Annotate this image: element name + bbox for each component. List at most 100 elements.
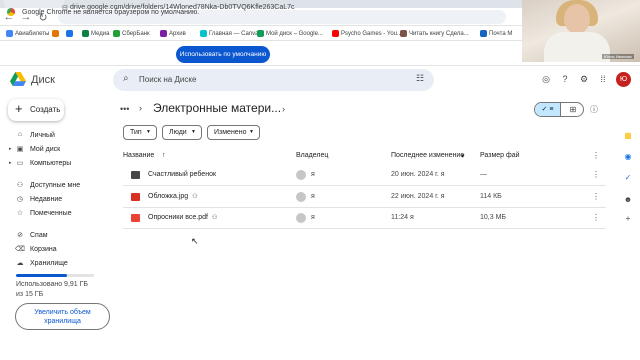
shared-icon: ⚇ [16, 182, 24, 189]
bookmark-item[interactable]: Архив [160, 30, 186, 37]
table-row[interactable]: Счастливый ребенок я 20 июн. 2024 г. я — ⋮ [123, 165, 606, 186]
sidebar-item-recent[interactable]: ◷ Недавние [0, 193, 110, 207]
gear-icon[interactable]: ⚙ [578, 74, 590, 85]
add-addon-icon[interactable]: + [623, 214, 633, 224]
filter-type[interactable]: Тип ▼ [123, 125, 157, 140]
list-view-icon[interactable]: ✓ ≡ [535, 103, 560, 116]
webcam-person-face [564, 4, 590, 34]
my-drive-icon: ▣ [16, 146, 24, 153]
bookmark-item[interactable]: Читать книгу Сдела... [400, 30, 469, 37]
bookmark-favicon-icon [66, 30, 73, 37]
bookmark-favicon-icon [200, 30, 207, 37]
keep-icon[interactable]: ◉ [623, 152, 633, 162]
more-actions-icon[interactable]: ⋮ [592, 213, 600, 222]
contacts-icon[interactable]: ☻ [623, 195, 633, 205]
breadcrumb-separator-icon: › [139, 103, 142, 113]
bookmark-item[interactable] [52, 30, 61, 37]
sidebar-item-computers[interactable]: ▸ ▭ Компьютеры [0, 157, 110, 171]
file-size: — [480, 171, 487, 178]
expand-arrow-icon[interactable]: ▸ [9, 160, 12, 166]
sidebar-item-label: Доступные мне [30, 182, 81, 189]
sidebar-item-storage[interactable]: ☁ Хранилище [0, 257, 110, 271]
help-icon[interactable]: ? [559, 74, 571, 84]
bookmark-item[interactable]: Мой диск – Google... [257, 30, 323, 37]
column-header-owner[interactable]: Владелец [296, 152, 328, 159]
sidebar-item-starred[interactable]: ☆ Помеченные [0, 207, 110, 221]
chevron-right-icon[interactable]: › [282, 104, 285, 114]
new-button-label[interactable]: Создать [30, 105, 60, 114]
column-header-size[interactable]: Размер фай [480, 152, 520, 159]
column-more-icon[interactable]: ⋮ [592, 151, 600, 160]
file-name[interactable]: Счастливый ребенок [148, 171, 216, 178]
folder-icon [131, 171, 140, 179]
bookmark-label: СберБанк [122, 30, 150, 37]
app-title[interactable]: Диск [31, 74, 55, 86]
bookmark-item[interactable] [66, 30, 75, 37]
bookmark-label: Мой диск – Google... [266, 30, 323, 37]
filter-modified[interactable]: Изменено ▼ [207, 125, 260, 140]
webcam-name-tag: Юлия Иванова [602, 54, 634, 59]
caret-down-icon: ▼ [191, 129, 196, 135]
sidebar-item-label: Помеченные [30, 210, 72, 217]
calendar-icon[interactable]: ▦ [623, 131, 633, 141]
sidebar-item-home[interactable]: ⌂ Личный [0, 129, 110, 143]
upgrade-storage-button[interactable]: Увеличить объем хранилища [15, 303, 110, 330]
search-options-icon[interactable]: ☷ [416, 73, 424, 84]
infobar-message: Google Chrome не является браузером по у… [22, 9, 200, 16]
sidebar-item-trash[interactable]: ⌫ Корзина [0, 243, 110, 257]
bookmark-label: Медиа [91, 30, 110, 37]
bookmark-label: Psycho Games - You... [341, 30, 403, 37]
browser-tab[interactable] [4, 0, 64, 8]
drive-logo-icon[interactable] [10, 72, 26, 86]
column-header-name[interactable]: Название [123, 152, 154, 159]
search-placeholder[interactable]: Поиск на Диске [139, 75, 196, 84]
file-name-text: Счастливый ребенок [148, 171, 217, 178]
info-icon[interactable]: ⓘ [590, 104, 598, 115]
more-actions-icon[interactable]: ⋮ [592, 170, 600, 179]
set-default-browser-button[interactable]: Использовать по умолчанию [176, 46, 270, 63]
breadcrumb-more-icon[interactable]: ••• [120, 104, 129, 114]
bookmark-favicon-icon [6, 30, 13, 37]
sidebar-item-label: Компьютеры [30, 160, 72, 167]
view-toggle[interactable]: ✓ ≡ ⊞ [534, 102, 584, 117]
tasks-icon[interactable]: ✓ [623, 173, 633, 183]
file-name[interactable]: Опросники все.pdf ⚇ [148, 214, 217, 221]
sidebar-item-label: Личный [30, 132, 55, 139]
sidebar-item-label: Мой диск [30, 146, 61, 153]
file-name-text: Обложка.jpg [148, 193, 189, 200]
shared-people-icon: ⚇ [211, 215, 218, 221]
grid-view-icon[interactable]: ⊞ [560, 103, 583, 116]
column-header-modified[interactable]: Последнее изменение [391, 152, 464, 159]
page-title[interactable]: Электронные матери... [153, 101, 281, 115]
more-actions-icon[interactable]: ⋮ [592, 192, 600, 201]
file-name[interactable]: Обложка.jpg ⚇ [148, 193, 198, 200]
sidebar-item-my-drive[interactable]: ▸ ▣ Мой диск [0, 143, 110, 157]
bookmark-item[interactable]: Psycho Games - You... [332, 30, 402, 37]
sort-arrow-up-icon[interactable]: ↑ [162, 152, 166, 159]
star-icon: ☆ [16, 210, 24, 217]
storage-progress-bar [16, 274, 94, 277]
table-row[interactable]: Обложка.jpg ⚇ я 22 июн. 2024 г. я 114 КБ ⋮ [123, 187, 606, 208]
bookmark-item[interactable]: Главная — Canva [200, 30, 259, 37]
bookmark-item[interactable]: Авиабилеты [6, 30, 49, 37]
bookmark-item[interactable]: СберБанк [113, 30, 150, 37]
filter-people[interactable]: Люди ▼ [162, 125, 202, 140]
search-icon[interactable]: ⌕ [123, 73, 129, 84]
expand-arrow-icon[interactable]: ▸ [9, 146, 12, 152]
image-file-icon [131, 193, 140, 201]
apps-grid-icon[interactable]: ⁞⁞ [597, 74, 609, 84]
webcam-overlay: Юлия Иванова [522, 0, 640, 62]
sidebar-item-spam[interactable]: ⊘ Спам [0, 229, 110, 243]
table-row[interactable]: Опросники все.pdf ⚇ я 11:24 я 10,3 МБ ⋮ [123, 208, 606, 229]
plus-icon: + [15, 101, 23, 116]
bookmark-favicon-icon [52, 30, 59, 37]
sidebar-item-label: Хранилище [30, 260, 68, 267]
offline-status-icon[interactable]: ◎ [540, 74, 552, 85]
sidebar-item-label: Корзина [30, 246, 57, 253]
avatar[interactable]: Ю [616, 72, 631, 87]
sidebar-item-shared[interactable]: ⚇ Доступные мне [0, 179, 110, 193]
sort-caret-icon[interactable]: ▾ [461, 152, 465, 160]
chrome-icon [7, 8, 15, 16]
bookmark-item[interactable]: Почта М [480, 30, 512, 37]
bookmark-item[interactable]: Медиа [82, 30, 109, 37]
